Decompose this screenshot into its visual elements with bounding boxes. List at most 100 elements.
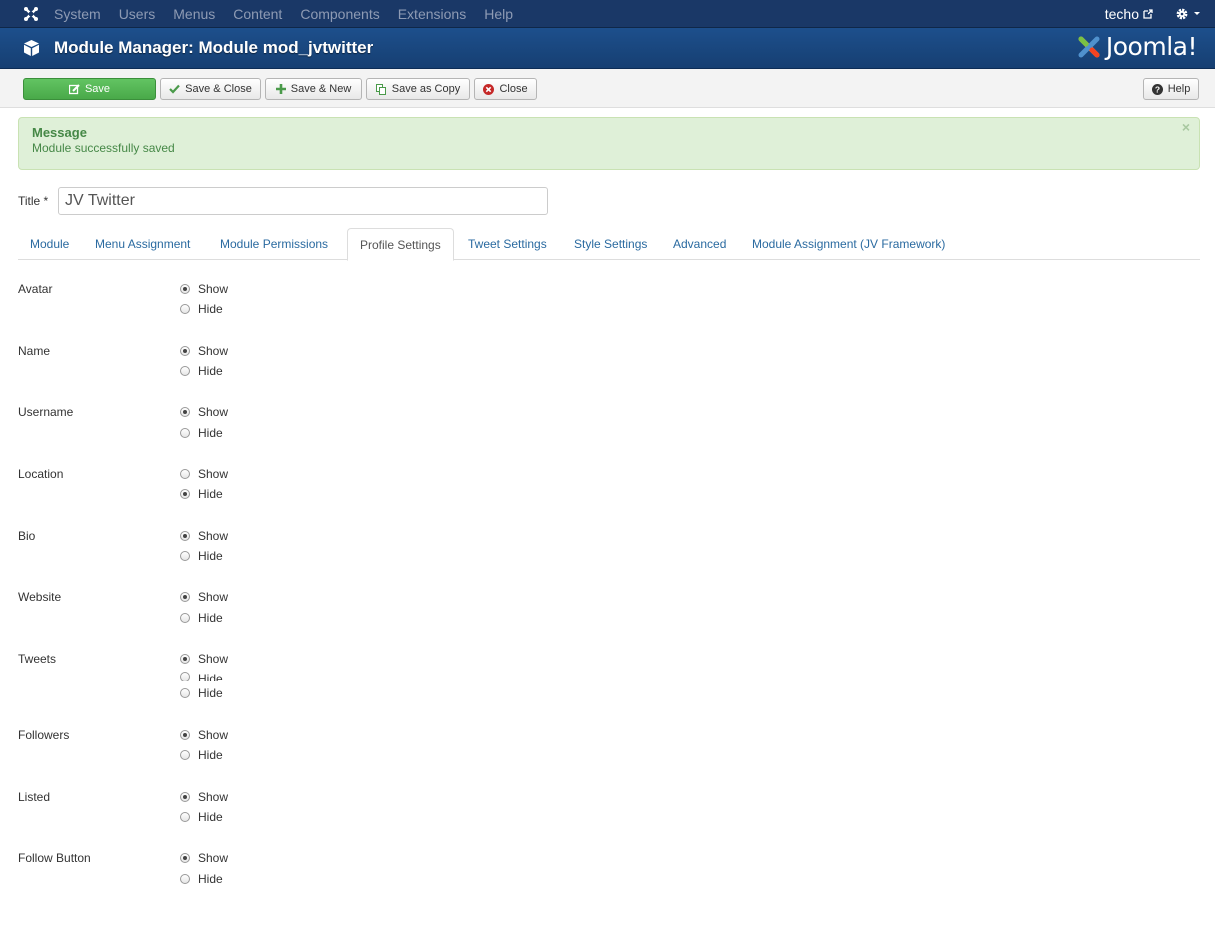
radio-hide[interactable]: Hide (180, 611, 223, 625)
radio-circle (180, 304, 190, 314)
page-header: Module Manager: Module mod_jvtwitter Joo… (0, 28, 1215, 69)
tab-advanced[interactable]: Advanced (661, 228, 738, 260)
radio-label: Show (198, 529, 229, 543)
radio-hide-duplicate[interactable]: Hide (180, 686, 223, 700)
radio-circle (180, 366, 190, 376)
radio-hide[interactable]: Hide (180, 810, 223, 824)
joomla-brand: Joomla! (1075, 32, 1198, 61)
radio-label: Hide (198, 487, 223, 501)
plus-icon (275, 84, 286, 94)
radio-label: Hide (198, 686, 223, 700)
dismiss-icon[interactable]: × (1182, 119, 1190, 135)
save-close-label: Save & Close (185, 83, 252, 95)
help-button[interactable]: ? Help (1143, 78, 1199, 100)
radio-hide[interactable]: Hide (180, 364, 223, 378)
save-label: Save (84, 83, 111, 95)
radio-label: Show (198, 344, 229, 358)
menu-help[interactable]: Help (484, 0, 513, 28)
radio-label: Hide (198, 364, 223, 378)
radio-show[interactable]: Show (180, 790, 228, 804)
radio-label: Hide (198, 302, 223, 316)
tab-module-permissions[interactable]: Module Permissions (208, 228, 340, 260)
radio-label: Show (198, 851, 229, 865)
menu-content[interactable]: Content (233, 0, 282, 28)
success-message: Message Module successfully saved × (18, 117, 1200, 170)
radio-circle (180, 730, 190, 740)
radio-circle (180, 469, 190, 479)
checkmark-icon (169, 84, 180, 94)
radio-label: Hide (198, 748, 223, 762)
message-text: Module successfully saved (32, 141, 175, 155)
menu-components[interactable]: Components (300, 0, 379, 28)
radio-hide[interactable]: Hide (180, 748, 223, 762)
radio-show[interactable]: Show (180, 529, 228, 543)
radio-circle (180, 654, 190, 664)
option-label: Follow Button (18, 851, 91, 865)
radio-circle (180, 407, 190, 417)
radio-show[interactable]: Show (180, 282, 228, 296)
radio-show[interactable]: Show (180, 405, 228, 419)
save-button[interactable]: Save (23, 78, 156, 100)
option-label: Location (18, 467, 64, 481)
tab-tweet-settings[interactable]: Tweet Settings (456, 228, 559, 260)
save-new-button[interactable]: Save & New (265, 78, 362, 100)
radio-circle (180, 792, 190, 802)
toolbar: Save Save & Close Save & New Save as Cop… (0, 69, 1215, 108)
joomla-brand-icon (1078, 36, 1100, 57)
menu-system[interactable]: System (54, 0, 101, 28)
page-title: Module Manager: Module mod_jvtwitter (54, 38, 374, 57)
save-copy-button[interactable]: Save as Copy (366, 78, 470, 100)
radio-show[interactable]: Show (180, 344, 228, 358)
joomla-logo-icon[interactable] (20, 3, 42, 25)
radio-hide[interactable]: Hide (180, 549, 223, 563)
joomla-wordmark: Joomla! (1105, 32, 1198, 61)
option-label: Bio (18, 529, 36, 543)
radio-label: Show (198, 728, 229, 742)
radio-circle (180, 592, 190, 602)
radio-label: Hide (198, 810, 223, 824)
radio-label: Show (198, 590, 229, 604)
radio-show[interactable]: Show (180, 728, 228, 742)
top-navbar: System Users Menus Content Components Ex… (0, 0, 1215, 28)
tab-profile-settings[interactable]: Profile Settings (347, 228, 454, 261)
radio-show[interactable]: Show (180, 652, 228, 666)
radio-circle (180, 428, 190, 438)
radio-label: Hide (198, 872, 223, 886)
radio-hide[interactable]: Hide (180, 872, 223, 886)
radio-label: Show (198, 467, 229, 481)
title-label: Title * (18, 194, 49, 208)
tab-style-settings[interactable]: Style Settings (562, 228, 659, 260)
option-label: Listed (18, 790, 51, 804)
radio-hide[interactable]: Hide (180, 302, 223, 316)
tab-module-assignment-jv[interactable]: Module Assignment (JV Framework) (740, 228, 957, 260)
radio-circle (180, 613, 190, 623)
tab-menu-assignment[interactable]: Menu Assignment (83, 228, 202, 260)
menu-extensions[interactable]: Extensions (398, 0, 466, 28)
radio-show[interactable]: Show (180, 467, 228, 481)
radio-label: Hide (198, 672, 223, 681)
radio-hide[interactable]: Hide (180, 487, 223, 501)
tab-module[interactable]: Module (18, 228, 81, 260)
radio-circle (180, 672, 190, 681)
option-label: Website (18, 590, 62, 604)
radio-show[interactable]: Show (180, 590, 228, 604)
settings-dropdown[interactable] (1175, 7, 1201, 21)
chevron-down-icon (1194, 12, 1200, 15)
title-row: Title * (18, 187, 548, 215)
menu-menus[interactable]: Menus (173, 0, 215, 28)
radio-hide[interactable]: Hide (180, 426, 223, 440)
title-input[interactable] (58, 187, 548, 215)
help-label: Help (1167, 83, 1191, 95)
option-label: Followers (18, 728, 70, 742)
close-label: Close (499, 83, 528, 95)
radio-show[interactable]: Show (180, 851, 228, 865)
radio-label: Hide (198, 549, 223, 563)
message-heading: Message (32, 125, 87, 140)
site-link[interactable]: techo (1105, 6, 1153, 22)
save-copy-label: Save as Copy (391, 83, 461, 95)
close-button[interactable]: Close (474, 78, 537, 100)
save-close-button[interactable]: Save & Close (160, 78, 261, 100)
menu-users[interactable]: Users (119, 0, 156, 28)
main-menu: System Users Menus Content Components Ex… (54, 0, 531, 28)
radio-hide[interactable]: Hide (180, 672, 223, 681)
